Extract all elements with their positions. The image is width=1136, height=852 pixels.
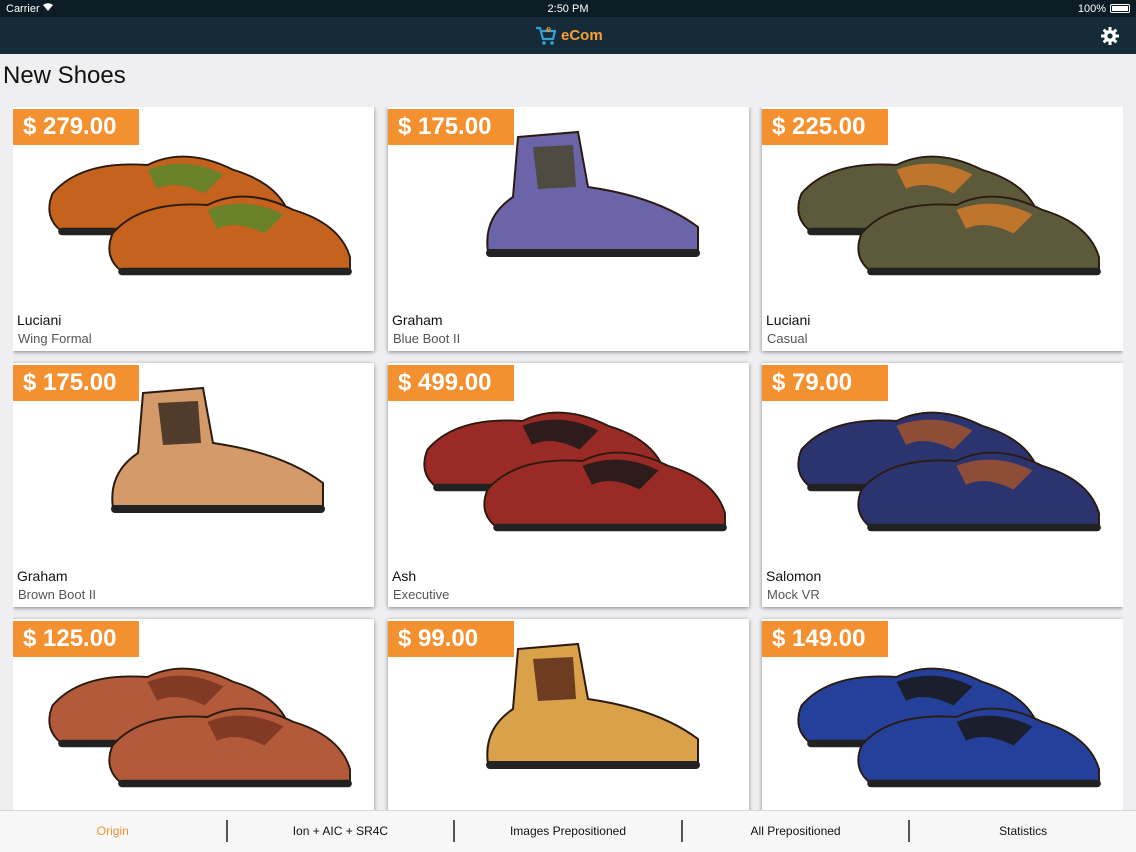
product-card[interactable]: $ 225.00 Luciani Casual — [762, 107, 1123, 351]
product-card[interactable]: $ 99.00 — [388, 619, 749, 810]
shopping-cart-icon: e — [536, 24, 557, 45]
price-badge: $ 99.00 — [388, 621, 514, 657]
product-brand: Ash — [392, 568, 417, 584]
product-brand: Salomon — [766, 568, 822, 584]
bottom-tab-bar: Origin Ion + AIC + SR4C Images Prepositi… — [0, 810, 1136, 852]
price-badge: $ 149.00 — [762, 621, 888, 657]
tab-ion-aic-sr4c[interactable]: Ion + AIC + SR4C — [228, 820, 456, 842]
product-model: Executive — [393, 587, 450, 602]
product-model: Casual — [767, 331, 808, 346]
app-logo: e eCom — [534, 23, 603, 47]
tab-statistics[interactable]: Statistics — [910, 820, 1136, 842]
product-card[interactable]: $ 279.00 Luciani Wing Formal — [13, 107, 374, 351]
tab-origin[interactable]: Origin — [0, 820, 228, 842]
product-card[interactable]: $ 499.00 Ash Executive — [388, 363, 749, 607]
price-badge: $ 79.00 — [762, 365, 888, 401]
battery-icon — [1110, 4, 1130, 13]
product-brand: Graham — [392, 312, 443, 328]
price-badge: $ 175.00 — [388, 109, 514, 145]
product-card[interactable]: $ 175.00 Graham Blue Boot II — [388, 107, 749, 351]
product-brand: Luciani — [766, 312, 811, 328]
tab-images-prepositioned[interactable]: Images Prepositioned — [455, 820, 683, 842]
product-model: Wing Formal — [18, 331, 92, 346]
svg-text:e: e — [546, 24, 551, 34]
status-bar: Carrier 2:50 PM 100% — [0, 0, 1136, 17]
settings-gear-icon[interactable] — [1100, 26, 1120, 46]
price-badge: $ 175.00 — [13, 365, 139, 401]
price-badge: $ 499.00 — [388, 365, 514, 401]
product-model: Brown Boot II — [18, 587, 97, 602]
product-model: Blue Boot II — [393, 331, 461, 346]
product-brand: Luciani — [17, 312, 62, 328]
page-title: New Shoes — [3, 62, 126, 89]
product-brand: Graham — [17, 568, 68, 584]
product-card[interactable]: $ 79.00 Salomon Mock VR — [762, 363, 1123, 607]
product-card[interactable]: $ 175.00 Graham Brown Boot II — [13, 363, 374, 607]
logo-text: eCom — [561, 26, 603, 44]
battery-percentage: 100% — [1077, 3, 1106, 15]
product-model: Mock VR — [767, 587, 820, 602]
product-card[interactable]: $ 125.00 — [13, 619, 374, 810]
clock: 2:50 PM — [547, 3, 589, 15]
nav-bar: e eCom — [0, 17, 1136, 54]
price-badge: $ 125.00 — [13, 621, 139, 657]
product-grid: $ 279.00 Luciani Wing Formal $ 175.00 Gr… — [13, 107, 1123, 810]
product-card[interactable]: $ 149.00 — [762, 619, 1123, 810]
tab-all-prepositioned[interactable]: All Prepositioned — [683, 820, 911, 842]
price-badge: $ 225.00 — [762, 109, 888, 145]
price-badge: $ 279.00 — [13, 109, 139, 145]
